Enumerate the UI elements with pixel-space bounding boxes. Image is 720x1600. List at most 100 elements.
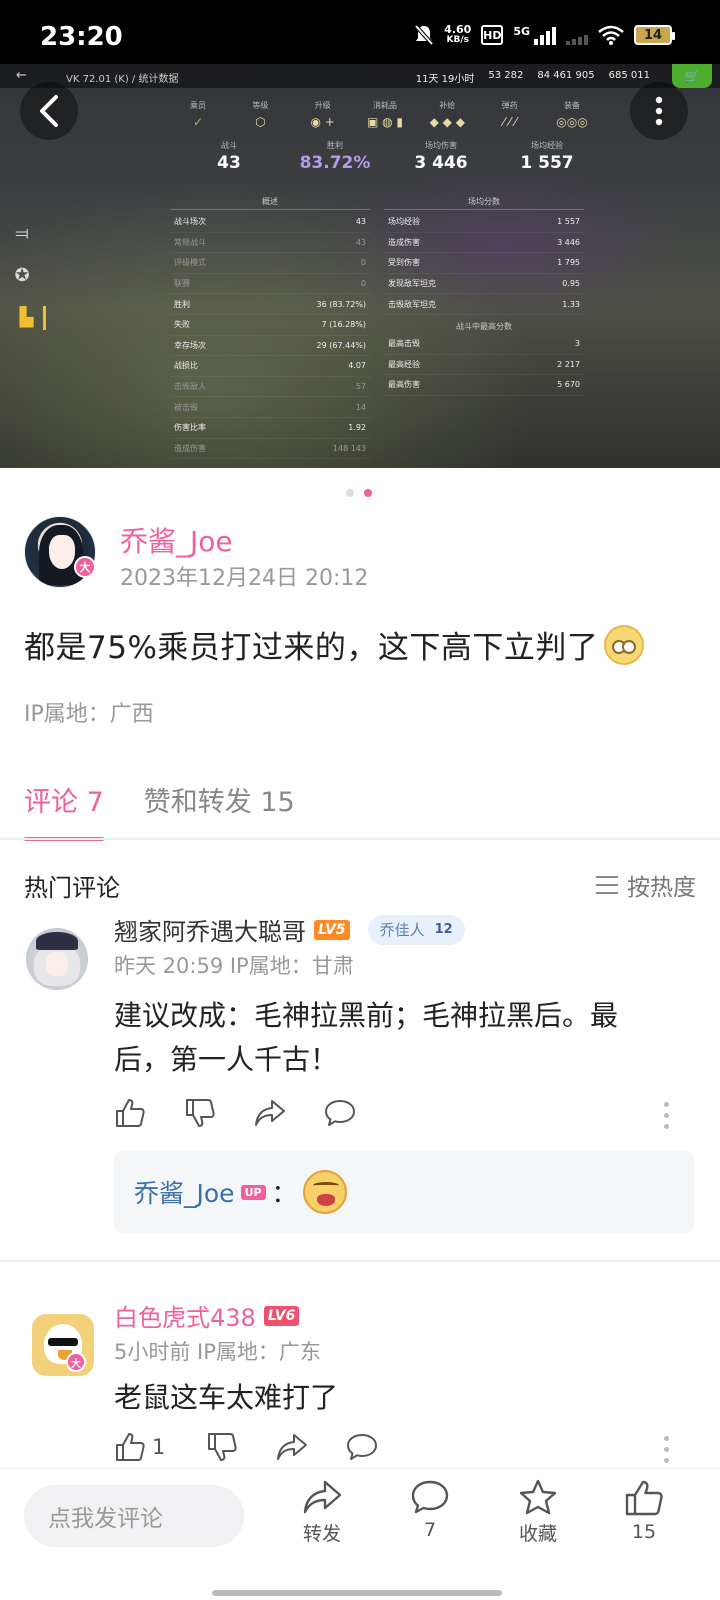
game-topbar: ← VK 72.01 (K) / 统计数据 11天 19小时 53 282 84…	[0, 64, 720, 88]
dislike-button[interactable]	[206, 1430, 276, 1464]
category-label: 补给	[439, 101, 456, 110]
row-value: 1.33	[562, 299, 580, 309]
dislike-button[interactable]	[184, 1096, 254, 1130]
tier-icon: ⬡	[255, 115, 266, 129]
sort-button[interactable]: 按热度	[595, 868, 696, 902]
thumbs-up-icon	[625, 1480, 663, 1516]
consumables-icon: ▣ ◍ ▮	[366, 115, 403, 129]
category-tier: 等级 ⬡	[232, 100, 288, 129]
table-row: 最高经验 2 217	[384, 355, 584, 376]
reply-author[interactable]: 乔酱_Joe	[134, 1174, 235, 1210]
stat-value: 83.72%	[299, 153, 371, 173]
comment-tabs: 评论 7 赞和转发 15	[24, 780, 295, 841]
share-label: 转发	[302, 1523, 341, 1545]
up-badge: UP	[240, 1184, 266, 1200]
stat-avg-xp: 场均经验 1 557	[494, 140, 600, 173]
table-row: 胜利 36 (83.72%)	[170, 294, 370, 315]
comment-more-button[interactable]	[664, 1436, 670, 1463]
share-arrow-icon	[303, 1480, 342, 1514]
stat-label: 战斗	[221, 141, 237, 150]
comment-meta: 昨天 20:59 IP属地：甘肃	[114, 954, 354, 978]
more-vertical-icon	[655, 96, 663, 126]
pager-dot-active[interactable]	[364, 489, 372, 497]
row-value: 29 (67.44%)	[316, 340, 366, 350]
commenter-name[interactable]: 翘家阿乔遇大聪哥	[114, 912, 306, 947]
share-comment-button[interactable]	[254, 1096, 324, 1130]
category-consumables: 消耗品 ▣ ◍ ▮	[357, 100, 413, 129]
tab-comments[interactable]: 评论 7	[24, 780, 104, 841]
commenter-avatar[interactable]	[26, 928, 88, 990]
post-content: 都是75%乘员打过来的，这下高下立判了	[24, 622, 645, 667]
table-row: 被击毁 14	[170, 397, 370, 418]
category-provisions: 补给 ◆ ◆ ◆	[419, 100, 475, 129]
like-post-button[interactable]: 15	[614, 1479, 674, 1543]
table-row: 失败 7 (16.28%)	[170, 315, 370, 336]
tank-category-row: 乘员 ✓ 等级 ⬡ 升级 ◉ + 消耗品 ▣ ◍ ▮ 补给 ◆ ◆ ◆ 弹药 ⁄ ⁄ ⁄ 装…	[170, 100, 600, 129]
category-label: 装备	[563, 101, 580, 110]
row-value: 1 795	[557, 258, 580, 268]
row-value: 0.95	[562, 279, 580, 289]
rolling-eyes-emoji-icon	[604, 624, 645, 665]
game-resources: 11天 19小时 53 282 84 461 905 685 011	[416, 70, 650, 85]
reply-button[interactable]	[324, 1096, 394, 1130]
stat-tables: 概述 战斗场次 43 常规战斗 43 评级模式 0 联赛 0 胜利 36 (83.72%)…	[170, 196, 590, 460]
favorite-button[interactable]: 收藏	[508, 1479, 568, 1546]
table-row: 评级模式 0	[170, 253, 370, 274]
network-type: 5G	[513, 25, 530, 38]
post-image[interactable]: ← VK 72.01 (K) / 统计数据 11天 19小时 53 282 84…	[0, 64, 720, 468]
fan-badge-level: 12	[434, 922, 453, 937]
hot-comments-title: 热门评论	[24, 874, 120, 902]
image-pager	[346, 489, 372, 497]
category-upgrade: 升级 ◉ +	[295, 100, 351, 129]
tab-likes-reposts[interactable]: 赞和转发 15	[144, 780, 295, 841]
best-title: 战斗中最高分数	[456, 321, 512, 331]
row-value: 148 143	[332, 443, 366, 453]
reply-colon: ：	[271, 1179, 297, 1208]
level-badge: LV5	[314, 919, 350, 940]
like-count: 1	[152, 1435, 166, 1459]
category-equipment: 装备 ◎◎◎	[544, 100, 600, 129]
share-button[interactable]: 转发	[292, 1479, 352, 1546]
game-side-menu: ⫤ ✪ ▙	[10, 222, 46, 330]
table-row: 战损比 4.07	[170, 356, 370, 377]
category-label: 消耗品	[372, 101, 397, 110]
share-comment-button[interactable]	[276, 1430, 346, 1464]
comment-input[interactable]: 点我发评论	[24, 1485, 244, 1547]
pager-dot[interactable]	[346, 489, 354, 497]
reply-button[interactable]	[346, 1430, 416, 1464]
avatar-face	[46, 952, 68, 976]
row-label: 评级模式	[174, 258, 206, 268]
table-row: 伤害比率 1.92	[170, 418, 370, 439]
comments-button[interactable]: 7	[400, 1479, 460, 1541]
secondary-signal-icon	[566, 25, 588, 45]
back-button[interactable]	[20, 82, 78, 140]
fan-badge[interactable]: 乔佳人 12	[367, 914, 465, 945]
commenter-name-row: 翘家阿乔遇大聪哥 LV5 乔佳人 12	[114, 912, 465, 947]
comment-actions	[114, 1096, 394, 1130]
table-row: 战斗场次 43	[170, 212, 370, 233]
table-row: 常规战斗 43	[170, 233, 370, 254]
row-label: 战损比	[174, 361, 198, 371]
comment-more-button[interactable]	[664, 1102, 670, 1129]
commenter-name[interactable]: 白色虎式438	[114, 1298, 256, 1333]
row-value: 4.07	[348, 361, 366, 371]
star-icon	[519, 1479, 557, 1515]
table-row: 发现敌军坦克 0.95	[384, 274, 584, 295]
row-label: 联赛	[174, 279, 190, 289]
network-speed-value: 4.60	[444, 23, 472, 36]
like-button[interactable]	[114, 1096, 184, 1130]
favorite-label: 收藏	[518, 1523, 557, 1545]
row-label: 最高击毁	[388, 339, 420, 349]
row-label: 造成伤害	[388, 237, 420, 247]
credits-amount: 84 461 905	[537, 70, 595, 81]
row-label: 发现敌军坦克	[388, 279, 436, 289]
stat-value: 1 557	[520, 153, 574, 173]
hd-icon: HD	[481, 25, 504, 45]
post-author-name[interactable]: 乔酱_Joe	[120, 520, 233, 560]
stat-value: 3 446	[414, 153, 468, 173]
more-options-button[interactable]	[630, 82, 688, 140]
reply-preview[interactable]: 乔酱_Joe UP ：	[114, 1150, 694, 1234]
comment-divider	[0, 1260, 720, 1262]
like-button[interactable]: 1	[114, 1430, 206, 1464]
check-icon: ✓	[192, 115, 204, 129]
